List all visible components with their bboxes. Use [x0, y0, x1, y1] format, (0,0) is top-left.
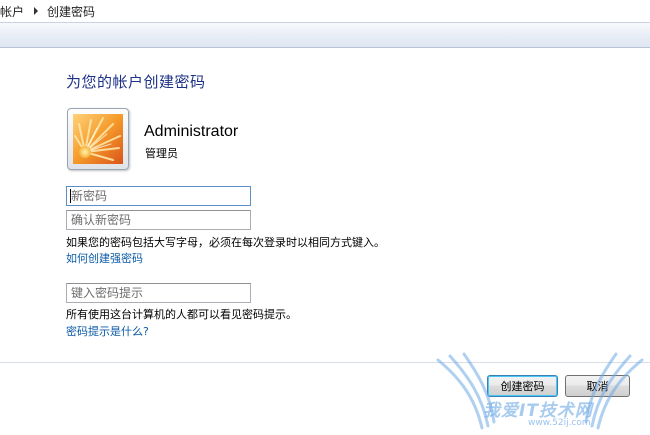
strong-password-link[interactable]: 如何创建强密码 — [66, 250, 143, 266]
new-password-field[interactable] — [66, 186, 251, 206]
confirm-password-field[interactable] — [66, 210, 251, 230]
password-hint-field[interactable] — [66, 283, 251, 303]
avatar — [67, 108, 129, 170]
watermark-text: 我爱IT技术网 — [483, 401, 593, 421]
breadcrumb: 帐户 创建密码 — [0, 0, 650, 22]
cancel-button[interactable]: 取消 — [565, 375, 630, 397]
user-name: Administrator — [144, 123, 239, 140]
page-title: 为您的帐户创建密码 — [66, 73, 206, 91]
toolbar-strip — [0, 22, 650, 48]
breadcrumb-item-create-password: 创建密码 — [47, 4, 96, 19]
user-role: 管理员 — [145, 147, 178, 160]
footer-divider — [0, 362, 650, 363]
text-caret — [70, 189, 71, 203]
create-password-button[interactable]: 创建密码 — [487, 375, 558, 397]
breadcrumb-item-account[interactable]: 帐户 — [0, 3, 24, 20]
create-password-window: 帐户 创建密码 为您的帐户创建密码 Administrator 管理员 如果您的… — [0, 0, 650, 435]
toolbar-highlight — [0, 32, 650, 33]
password-hint-help-link[interactable]: 密码提示是什么? — [66, 323, 149, 339]
breadcrumb-arrow-icon — [34, 7, 39, 15]
watermark-url: www.52ij.com — [528, 418, 591, 428]
orange-flower-icon — [73, 114, 123, 164]
case-sensitivity-note: 如果您的密码包括大写字母，必须在每次登录时以相同方式键入。 — [66, 236, 385, 249]
hint-visibility-note: 所有使用这台计算机的人都可以看见密码提示。 — [66, 308, 297, 321]
